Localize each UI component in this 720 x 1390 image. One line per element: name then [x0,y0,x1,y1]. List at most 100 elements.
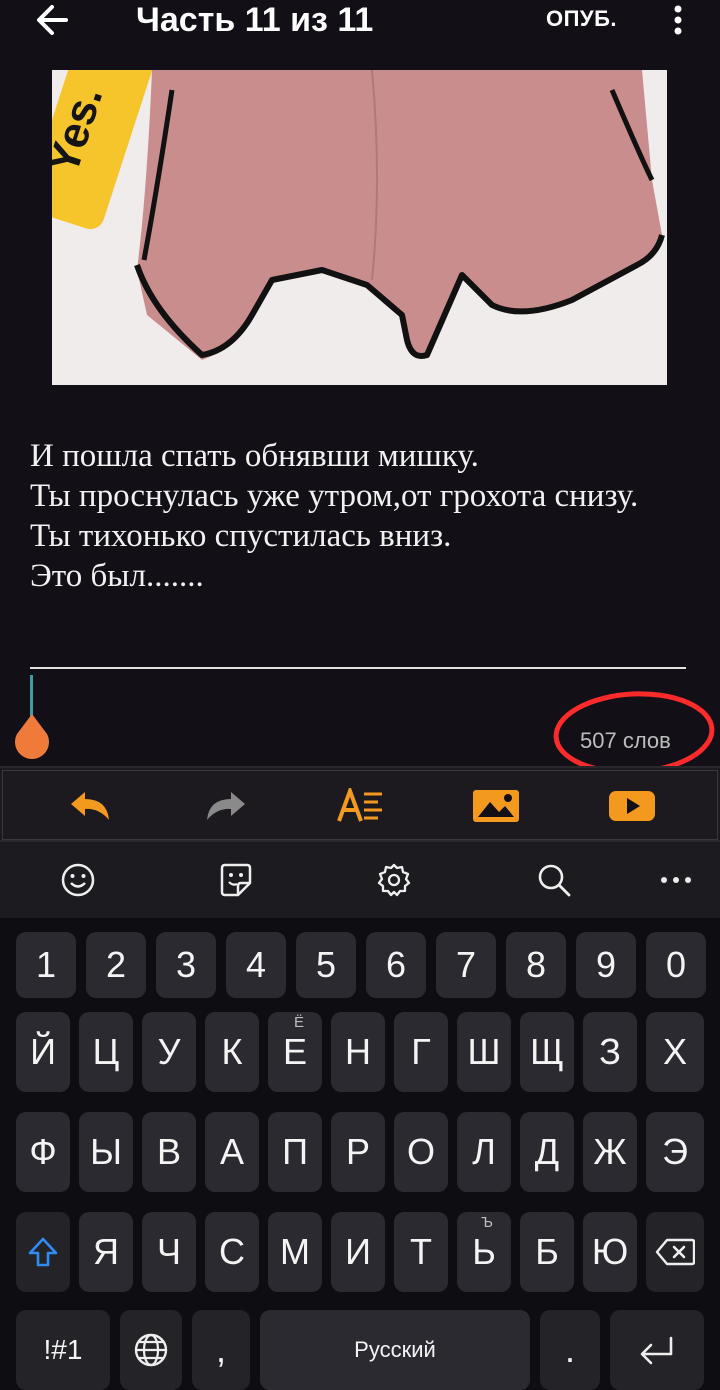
key-letter[interactable]: Э [646,1112,704,1192]
key-letter[interactable]: С [205,1212,259,1292]
key-letter[interactable]: Б [520,1212,574,1292]
publish-button[interactable]: ОПУБ. [546,6,617,32]
search-icon[interactable] [534,860,574,900]
key-letter[interactable]: Д [520,1112,574,1192]
key-alt-label: Ъ [481,1214,493,1231]
key-3[interactable]: 3 [156,932,216,998]
toolbar-frame [2,770,718,840]
key-label: Ь [472,1231,496,1272]
key-letter[interactable]: Р [331,1112,385,1192]
key-label: В [156,1131,181,1172]
key-0[interactable]: 0 [646,932,706,998]
key-label: А [219,1131,244,1172]
more-icon[interactable] [656,860,696,900]
story-line: Ты проснулась уже утром,от грохота снизу… [30,478,639,514]
key-label: Т [410,1231,432,1272]
key-letter[interactable]: Ч [142,1212,196,1292]
back-arrow-icon[interactable] [30,0,80,42]
editor-toolbar [0,766,720,842]
key-2[interactable]: 2 [86,932,146,998]
key-letter[interactable]: Ю [583,1212,637,1292]
story-text[interactable]: И пошла спать обнявши мишку. Ты проснула… [30,436,690,596]
key-label: Ж [593,1131,627,1172]
key-4[interactable]: 4 [226,932,286,998]
enter-key[interactable] [610,1310,704,1390]
keyboard-toolbar [0,842,720,918]
backspace-icon [655,1238,695,1266]
key-letter[interactable]: М [268,1212,322,1292]
key-6[interactable]: 6 [366,932,426,998]
key-letter[interactable]: Я [79,1212,133,1292]
story-image[interactable]: Yes. [52,70,667,385]
key-label: Б [535,1231,559,1272]
key-label: И [345,1231,371,1272]
key-label: К [221,1031,243,1072]
key-letter[interactable]: Ш [457,1012,511,1092]
symbols-key[interactable]: !#1 [16,1310,110,1390]
key-label: О [406,1131,435,1172]
more-vertical-icon[interactable] [664,2,692,42]
insert-image-icon[interactable] [471,783,521,829]
key-letter[interactable]: Г [394,1012,448,1092]
key-8[interactable]: 8 [506,932,566,998]
story-line: И пошла спать обнявши мишку. [30,438,479,474]
key-letter[interactable]: У [142,1012,196,1092]
key-letter[interactable]: Ы [79,1112,133,1192]
key-letter[interactable]: Ж [583,1112,637,1192]
text-separator-line [30,667,686,669]
period-key[interactable]: . [540,1310,600,1390]
key-9[interactable]: 9 [576,932,636,998]
key-letter[interactable]: Й [16,1012,70,1092]
key-letter[interactable]: И [331,1212,385,1292]
cursor-handle[interactable] [12,714,52,760]
key-letter[interactable]: Щ [520,1012,574,1092]
space-key[interactable]: Русский [260,1310,530,1390]
shift-icon [28,1237,58,1267]
key-label: Щ [530,1031,564,1072]
text-format-icon[interactable] [335,783,385,829]
language-key[interactable] [120,1310,182,1390]
key-label: Ы [90,1131,122,1172]
key-letter[interactable]: ЕЁ [268,1012,322,1092]
globe-icon [134,1333,168,1367]
key-label: Я [93,1231,119,1272]
key-letter[interactable]: К [205,1012,259,1092]
key-label: Ш [467,1031,501,1072]
key-label: У [157,1031,181,1072]
annotation-circle [552,688,718,778]
key-letter[interactable]: Л [457,1112,511,1192]
key-5[interactable]: 5 [296,932,356,998]
key-letter[interactable]: З [583,1012,637,1092]
key-letter[interactable]: Ф [16,1112,70,1192]
emoji-icon[interactable] [58,860,98,900]
key-label: Д [534,1131,560,1172]
redo-icon[interactable] [201,783,251,829]
key-label: П [282,1131,308,1172]
key-label: Л [472,1131,496,1172]
key-7[interactable]: 7 [436,932,496,998]
text-cursor [30,675,33,719]
key-label: Е [282,1031,307,1072]
key-letter[interactable]: П [268,1112,322,1192]
key-letter[interactable]: В [142,1112,196,1192]
key-letter[interactable]: Ц [79,1012,133,1092]
key-letter[interactable]: ЬЪ [457,1212,511,1292]
page-title: Часть 11 из 11 [136,1,374,39]
key-letter[interactable]: О [394,1112,448,1192]
key-label: Р [345,1131,370,1172]
shift-key[interactable] [16,1212,70,1292]
key-letter[interactable]: Т [394,1212,448,1292]
sticker-icon[interactable] [216,860,256,900]
insert-video-icon[interactable] [607,783,657,829]
key-letter[interactable]: А [205,1112,259,1192]
key-letter[interactable]: Н [331,1012,385,1092]
key-label: М [280,1231,310,1272]
undo-icon[interactable] [65,783,115,829]
comma-key[interactable]: , [192,1310,250,1390]
backspace-key[interactable] [646,1212,704,1292]
key-label: Х [662,1031,687,1072]
settings-icon[interactable] [374,860,414,900]
key-1[interactable]: 1 [16,932,76,998]
key-label: Й [30,1031,56,1072]
key-letter[interactable]: Х [646,1012,704,1092]
